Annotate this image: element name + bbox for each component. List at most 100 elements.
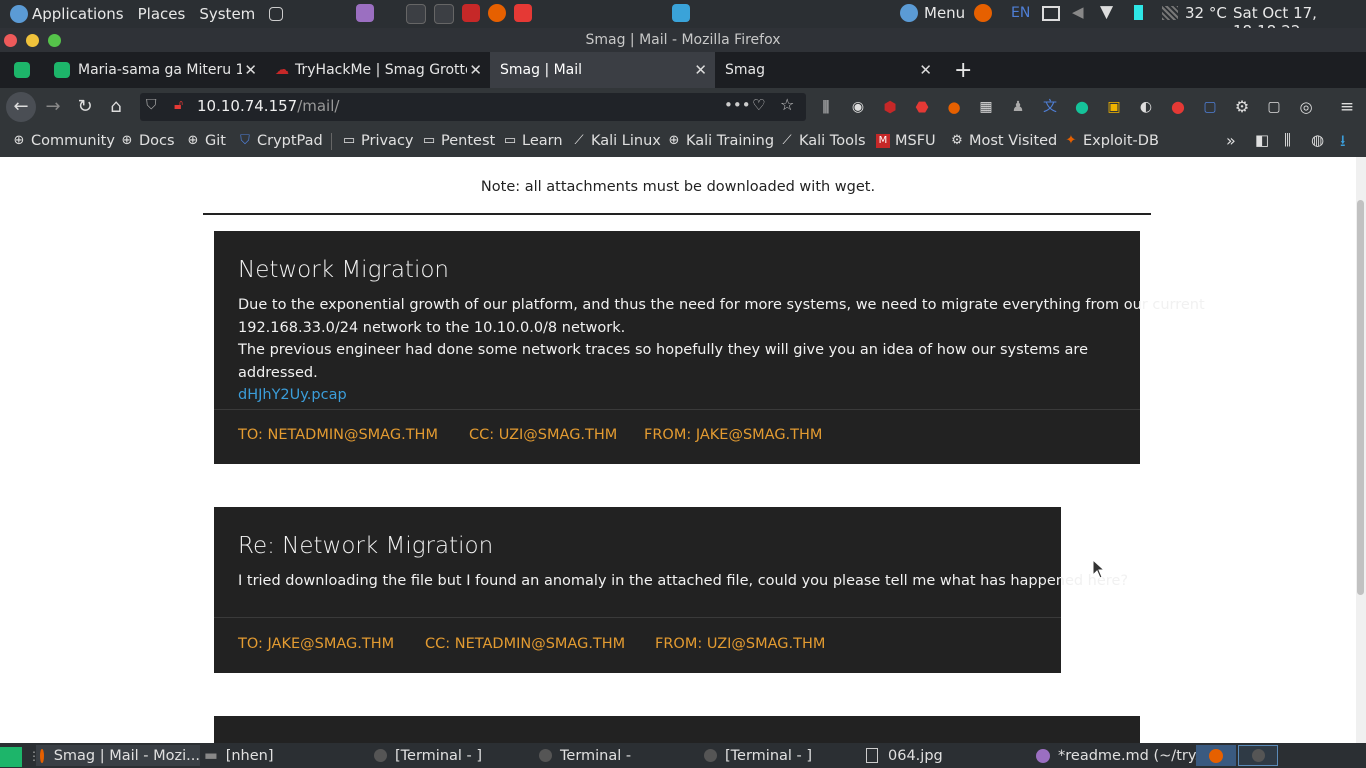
bookmark-label: MSFU xyxy=(895,133,936,149)
show-desktop-button[interactable] xyxy=(0,747,22,767)
extension-icon-2[interactable]: ● xyxy=(941,94,967,120)
download-icon[interactable]: ⭳ xyxy=(1340,130,1346,157)
settings-gear-icon[interactable]: ⚙ xyxy=(1229,94,1255,120)
bookmark-community[interactable]: ⊕ Community xyxy=(12,133,115,149)
keyboard-layout[interactable]: EN xyxy=(1011,5,1030,21)
email-to: TO: JAKE@SMAG.THM xyxy=(238,636,395,652)
tab-smag[interactable]: Smag ✕ xyxy=(715,52,940,88)
extension-icon-5[interactable]: ◐ xyxy=(1133,94,1159,120)
system-menu[interactable]: System xyxy=(199,5,255,23)
grammarly-icon[interactable]: ● xyxy=(1069,94,1095,120)
taskbar-item-terminal-3[interactable]: [Terminal - ] xyxy=(700,745,812,766)
reload-button[interactable]: ↻ xyxy=(72,94,98,120)
sidebar-icon[interactable]: ◧ xyxy=(1255,131,1269,149)
bookmark-kali-linux[interactable]: ⟋ Kali Linux xyxy=(572,133,660,149)
bookmark-docs[interactable]: ⊕ Docs xyxy=(120,133,175,149)
shield-icon[interactable]: ⛉ xyxy=(146,97,157,113)
battery-icon[interactable] xyxy=(1134,5,1143,20)
url-path: /mail/ xyxy=(297,97,340,115)
translate-icon[interactable]: 文 xyxy=(1037,94,1063,120)
folder-pentest[interactable]: ▭ Pentest xyxy=(422,133,495,149)
new-tab-button[interactable]: + xyxy=(944,52,974,88)
bookmark-exploit-db[interactable]: ✦ Exploit-DB xyxy=(1064,133,1159,149)
minimize-window-button[interactable] xyxy=(26,34,39,47)
terminal-icon-2[interactable] xyxy=(434,4,454,24)
library-icon[interactable]: ⫼ xyxy=(813,94,839,120)
bookmark-most-visited[interactable]: ⚙ Most Visited xyxy=(950,133,1057,149)
taskbar-item-image[interactable]: 064.jpg xyxy=(866,745,943,766)
app-red-icon[interactable] xyxy=(514,4,532,22)
root-terminal-icon[interactable] xyxy=(462,4,480,22)
extension-icon-6[interactable]: ● xyxy=(1165,94,1191,120)
tray-firefox-icon[interactable] xyxy=(1196,745,1236,766)
wifi-icon[interactable]: ▼ xyxy=(1100,2,1113,22)
columns-icon[interactable]: ⫼ xyxy=(1284,131,1291,149)
cookie-icon[interactable]: ◍ xyxy=(1311,131,1324,149)
terminal-icon[interactable] xyxy=(406,4,426,24)
home-button[interactable]: ⌂ xyxy=(103,94,129,120)
kali-dragon-icon: ⟋ xyxy=(782,133,792,148)
taskbar-item-firefox[interactable]: Smag | Mail - Mozi... xyxy=(36,745,200,766)
tab-tryhackme[interactable]: ☁ TryHackMe | Smag Grotto ✕ xyxy=(265,52,490,88)
extension-icon-4[interactable]: ♟ xyxy=(1005,94,1031,120)
bookmark-git[interactable]: ⊕ Git xyxy=(186,133,226,149)
workspace-icon[interactable] xyxy=(265,7,287,21)
bookmark-kali-tools[interactable]: ⟋ Kali Tools xyxy=(780,133,865,149)
extension-icon[interactable]: ◉ xyxy=(845,94,871,120)
tab-pinned[interactable] xyxy=(0,52,40,88)
applications-label: Applications xyxy=(32,5,124,23)
bookmark-kali-training[interactable]: ⊕ Kali Training xyxy=(667,133,774,149)
close-icon[interactable]: ✕ xyxy=(242,61,257,79)
more-bookmarks-icon[interactable]: » xyxy=(1226,131,1236,150)
terminal-icon xyxy=(374,749,387,762)
forward-button[interactable]: → xyxy=(40,94,66,120)
image-file-icon xyxy=(866,748,878,763)
bookmark-star-icon[interactable]: ☆ xyxy=(780,95,794,114)
extension-icon-3[interactable]: ▦ xyxy=(973,94,999,120)
close-window-button[interactable] xyxy=(4,34,17,47)
places-menu[interactable]: Places xyxy=(138,5,186,23)
scrollbar-thumb[interactable] xyxy=(1357,200,1364,595)
close-icon[interactable]: ✕ xyxy=(467,61,482,79)
url-text[interactable]: 10.10.74.157/mail/ xyxy=(197,97,339,115)
pocket-icon[interactable]: ♡ xyxy=(752,96,765,114)
attachment-link[interactable]: dHJhY2Uy.pcap xyxy=(238,384,1128,407)
taskbar-item-terminal-2[interactable]: Terminal - xyxy=(535,745,631,766)
globe-icon: ⊕ xyxy=(187,133,199,148)
back-button[interactable]: ← xyxy=(6,92,36,122)
bookmark-msfu[interactable]: M MSFU xyxy=(876,133,936,149)
extension-icon-8[interactable]: ▢ xyxy=(1261,94,1287,120)
taskbar-item-nhen[interactable]: ▬ [nhen] xyxy=(204,745,274,766)
adblock-icon[interactable]: ⬣ xyxy=(909,94,935,120)
menu-button[interactable]: Menu xyxy=(896,4,965,22)
firefox-icon[interactable] xyxy=(488,4,506,22)
close-icon[interactable]: ✕ xyxy=(694,61,707,79)
url-bar[interactable]: ⛉ 🔓︎ 10.10.74.157/mail/ ••• ♡ ☆ xyxy=(140,93,806,121)
tab-smag-mail[interactable]: Smag | Mail ✕ xyxy=(490,52,715,88)
tab-label: Smag | Mail xyxy=(500,62,583,78)
extension-icon-7[interactable]: ▢ xyxy=(1197,94,1223,120)
terminal-ext-icon[interactable]: ▣ xyxy=(1101,94,1127,120)
bookmark-cryptpad[interactable]: ⛉ CryptPad xyxy=(238,133,323,149)
tab-maria-sama[interactable]: Maria-sama ga Miteru 1st ✕ xyxy=(40,52,265,88)
taskbar-item-readme[interactable]: *readme.md (~/try... xyxy=(1032,745,1208,766)
applications-menu[interactable]: Applications xyxy=(6,5,124,23)
tray-terminal-icon[interactable] xyxy=(1238,745,1278,766)
maximize-window-button[interactable] xyxy=(48,34,61,47)
folder-icon: ▭ xyxy=(342,133,356,148)
taskbar-item-terminal[interactable]: [Terminal - ] xyxy=(370,745,482,766)
display-icon[interactable] xyxy=(1042,6,1060,21)
firefox-icon xyxy=(1209,748,1223,763)
close-icon[interactable]: ✕ xyxy=(919,61,932,79)
page-actions-icon[interactable]: ••• xyxy=(724,96,751,114)
insecure-lock-icon[interactable]: 🔓︎ xyxy=(174,97,183,113)
notes-icon[interactable] xyxy=(356,4,374,22)
extension-icon-9[interactable]: ◎ xyxy=(1293,94,1319,120)
folder-privacy[interactable]: ▭ Privacy xyxy=(342,133,414,149)
folder-learn[interactable]: ▭ Learn xyxy=(503,133,563,149)
volume-icon[interactable]: ◀ xyxy=(1072,3,1084,21)
ublock-icon[interactable]: ⬢ xyxy=(877,94,903,120)
hamburger-menu-icon[interactable]: ≡ xyxy=(1334,94,1360,120)
text-editor-icon[interactable] xyxy=(672,4,690,22)
firefox-tray-icon[interactable] xyxy=(974,4,992,22)
